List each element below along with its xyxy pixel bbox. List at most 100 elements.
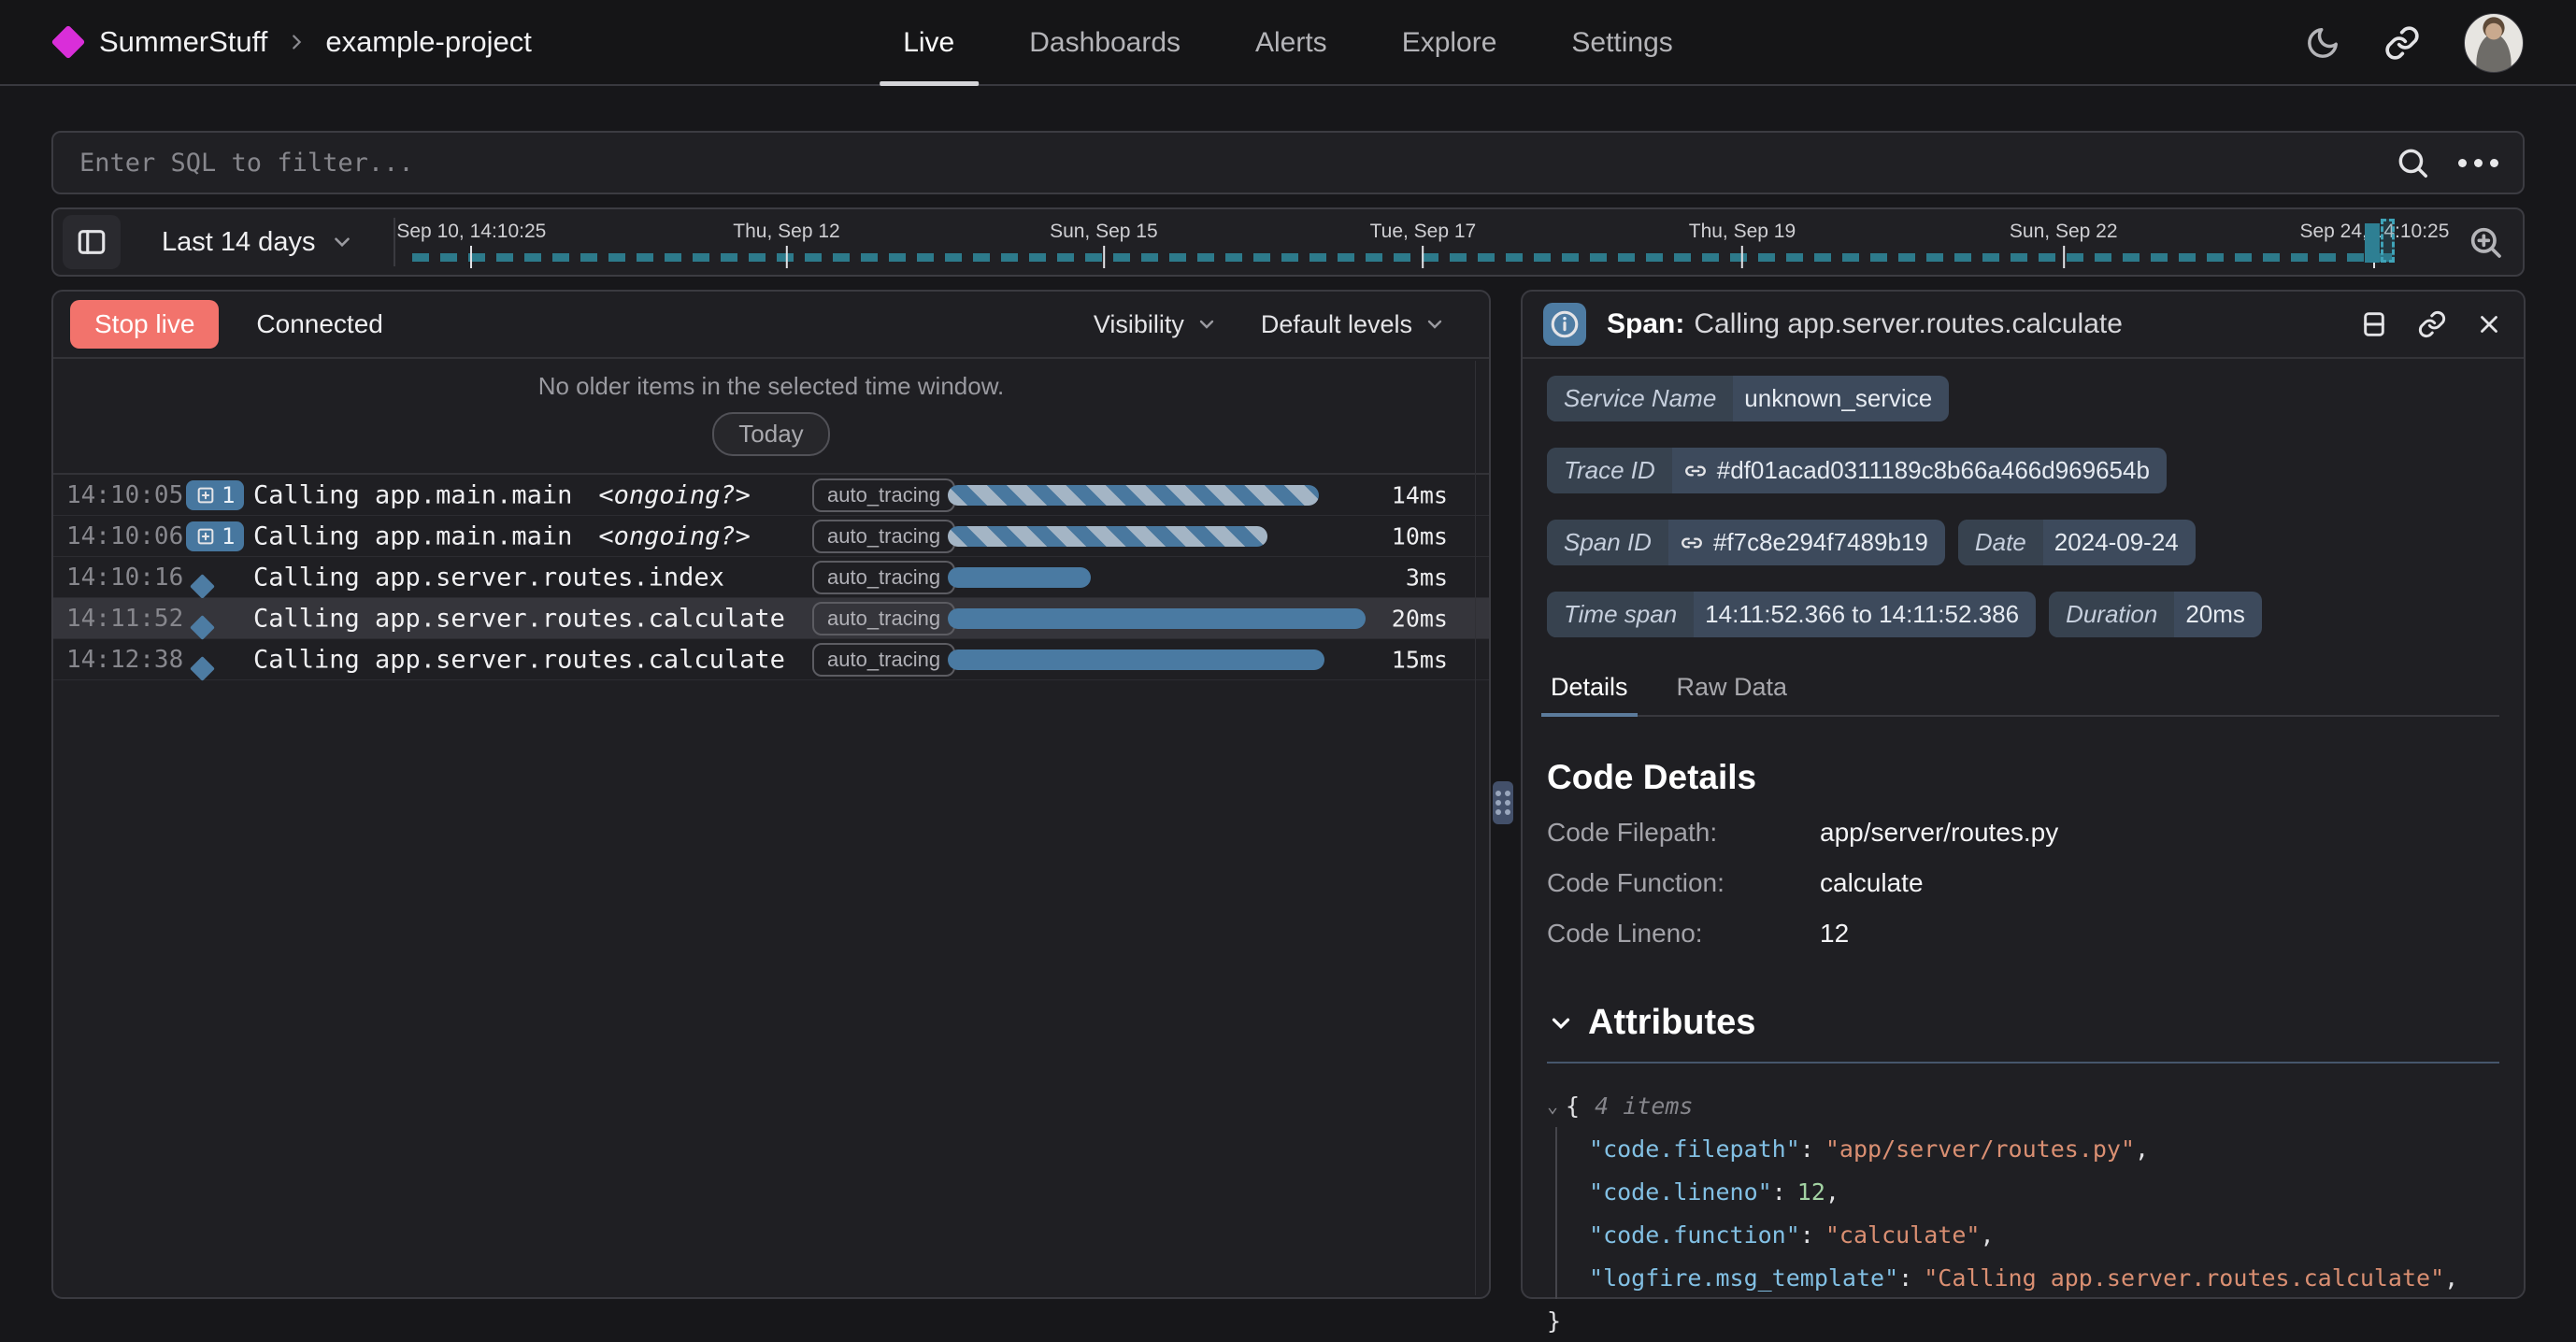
- span-time: 14:10:05: [66, 481, 183, 509]
- breadcrumb: SummerStuff example-project: [0, 25, 532, 59]
- nav-tab-explore[interactable]: Explore: [1402, 0, 1497, 86]
- divider: [1547, 1062, 2499, 1064]
- tag-pill[interactable]: auto_tracing: [812, 478, 955, 512]
- json-entry: code.filepath: app/server/routes.py: [1589, 1127, 2499, 1170]
- logfire-logo-icon: [51, 25, 86, 60]
- split-panel-icon[interactable]: [2359, 309, 2389, 339]
- attributes-section-toggle[interactable]: Attributes: [1547, 1003, 2499, 1043]
- span-duration: 3ms: [1406, 564, 1448, 591]
- span-diamond-icon: [190, 615, 215, 640]
- dark-mode-moon-icon[interactable]: [2305, 25, 2340, 61]
- timeline-tick: Sep 10, 14:10:25: [396, 221, 546, 268]
- timeline-track[interactable]: Sep 10, 14:10:25 Thu, Sep 12 Sun, Sep 15…: [401, 209, 2461, 275]
- chevron-down-icon: [330, 230, 354, 254]
- tag-pill[interactable]: auto_tracing: [812, 602, 955, 635]
- today-button[interactable]: Today: [712, 412, 829, 456]
- time-span-badge[interactable]: Time span 14:11:52.366 to 14:11:52.386: [1547, 592, 2036, 637]
- timeline-tick: Sun, Sep 22: [2010, 221, 2118, 268]
- chevron-down-icon: [1195, 313, 1218, 336]
- live-header: Stop live Connected Visibility Default l…: [53, 292, 1489, 359]
- expand-children-badge[interactable]: 1: [186, 480, 244, 510]
- ongoing-marker: <ongoing?>: [598, 480, 751, 509]
- span-duration: 20ms: [1392, 605, 1448, 632]
- span-time: 14:10:06: [66, 522, 183, 550]
- span-list: 14:10:05 1 Calling app.main.main<ongoing…: [53, 475, 1489, 680]
- close-icon[interactable]: [2475, 310, 2503, 338]
- tag-pill[interactable]: auto_tracing: [812, 561, 955, 594]
- span-message: Calling app.main.main<ongoing?>: [253, 480, 751, 509]
- tab-raw-data[interactable]: Raw Data: [1673, 664, 1792, 715]
- detail-tabs: Details Raw Data: [1547, 664, 2499, 717]
- service-name-badge[interactable]: Service Name unknown_service: [1547, 376, 1949, 421]
- project-name[interactable]: example-project: [325, 25, 532, 59]
- span-message: Calling app.server.routes.index: [253, 563, 724, 592]
- more-options-icon[interactable]: [2458, 159, 2498, 167]
- nav-actions: [2305, 0, 2524, 86]
- collapse-chevron-icon[interactable]: ⌄: [1547, 1094, 1558, 1117]
- date-badge[interactable]: Date 2024-09-24: [1958, 520, 2196, 565]
- span-row[interactable]: 14:12:38 Calling app.server.routes.calcu…: [53, 639, 1489, 680]
- link-icon: [1683, 459, 1708, 483]
- duration-bar: [948, 567, 1091, 588]
- nav-tab-settings[interactable]: Settings: [1571, 0, 1672, 86]
- default-levels-dropdown[interactable]: Default levels: [1261, 310, 1446, 339]
- visibility-dropdown[interactable]: Visibility: [1094, 310, 1218, 339]
- duration-bar-track: [948, 608, 1396, 629]
- span-message: Calling app.server.routes.calculate: [253, 645, 785, 674]
- span-metadata-badges: Service Name unknown_service Trace ID #d…: [1547, 376, 2499, 637]
- scrollbar-track[interactable]: [1475, 361, 1476, 1295]
- span-row[interactable]: 14:10:06 1 Calling app.main.main<ongoing…: [53, 516, 1489, 557]
- plus-box-icon: [195, 526, 216, 547]
- json-entry: code.function: calculate: [1589, 1213, 2499, 1256]
- search-icon[interactable]: [2395, 145, 2430, 180]
- span-time: 14:11:52: [66, 605, 183, 633]
- org-name[interactable]: SummerStuff: [99, 25, 267, 59]
- trace-id-badge[interactable]: Trace ID #df01acad0311189c8b66a466d96965…: [1547, 448, 2167, 493]
- code-details-heading: Code Details: [1547, 758, 2499, 797]
- time-range-bar: Last 14 days Sep 10, 14:10:25 Thu, Sep 1…: [51, 207, 2525, 277]
- zoom-in-icon[interactable]: [2467, 223, 2504, 261]
- panel-resize-handle[interactable]: [1493, 781, 1513, 824]
- empty-window-notice: No older items in the selected time wind…: [53, 359, 1489, 475]
- span-row[interactable]: 14:10:16 Calling app.server.routes.index…: [53, 557, 1489, 598]
- stop-live-button[interactable]: Stop live: [70, 300, 219, 349]
- chevron-down-icon: [1547, 1009, 1575, 1037]
- time-range-label: Last 14 days: [162, 227, 315, 258]
- info-icon: [1543, 303, 1586, 346]
- timeline-tick: Sun, Sep 15: [1050, 221, 1158, 268]
- nav-tab-alerts[interactable]: Alerts: [1255, 0, 1327, 86]
- span-duration: 10ms: [1392, 522, 1448, 550]
- ongoing-marker: <ongoing?>: [598, 521, 751, 550]
- duration-bar: [948, 526, 1267, 547]
- link-icon: [1680, 531, 1704, 555]
- tag-pill[interactable]: auto_tracing: [812, 520, 955, 553]
- duration-badge[interactable]: Duration 20ms: [2049, 592, 2262, 637]
- span-detail-panel: Span:Calling app.server.routes.calculate…: [1521, 290, 2526, 1299]
- attributes-json-view: ⌄ { 4 items code.filepath: app/server/ro…: [1547, 1084, 2499, 1342]
- nav-tab-dashboards[interactable]: Dashboards: [1029, 0, 1181, 86]
- nav-tabs: Live Dashboards Alerts Explore Settings: [903, 0, 1673, 86]
- live-view-panel: Stop live Connected Visibility Default l…: [51, 290, 1491, 1299]
- code-filepath-row: Code Filepath: app/server/routes.py: [1547, 818, 2499, 848]
- sidebar-toggle-icon[interactable]: [63, 215, 121, 269]
- user-avatar[interactable]: [2464, 13, 2524, 73]
- timeline-selection-cursor[interactable]: [2381, 219, 2395, 263]
- span-message: Calling app.server.routes.calculate: [253, 604, 785, 633]
- copy-link-icon[interactable]: [2417, 309, 2447, 339]
- sql-filter-input[interactable]: [53, 149, 2395, 178]
- span-row[interactable]: 14:10:05 1 Calling app.main.main<ongoing…: [53, 475, 1489, 516]
- divider: [394, 218, 395, 266]
- span-row-selected[interactable]: 14:11:52 Calling app.server.routes.calcu…: [53, 598, 1489, 639]
- nav-tab-live[interactable]: Live: [903, 0, 954, 86]
- span-duration: 15ms: [1392, 646, 1448, 673]
- tag-pill[interactable]: auto_tracing: [812, 643, 955, 677]
- expand-children-badge[interactable]: 1: [186, 521, 244, 551]
- share-link-icon[interactable]: [2383, 24, 2421, 62]
- json-entry: logfire.msg_template: Calling app.server…: [1589, 1256, 2499, 1299]
- time-range-select[interactable]: Last 14 days: [162, 227, 354, 258]
- span-diamond-icon: [190, 656, 215, 681]
- span-id-badge[interactable]: Span ID #f7c8e294f7489b19: [1547, 520, 1945, 565]
- tab-details[interactable]: Details: [1547, 664, 1632, 715]
- connection-status: Connected: [256, 309, 382, 339]
- code-lineno-row: Code Lineno: 12: [1547, 919, 2499, 949]
